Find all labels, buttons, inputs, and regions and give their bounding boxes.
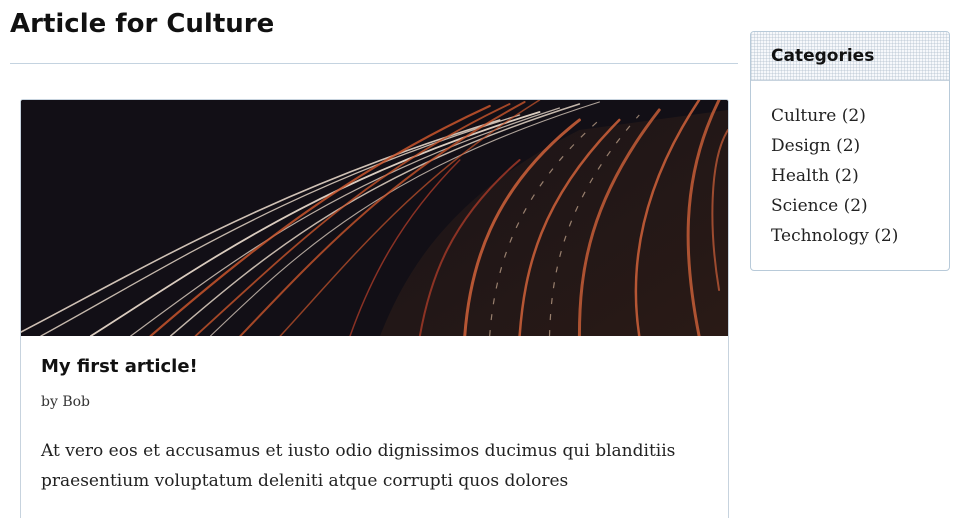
article-title[interactable]: My first article!: [41, 336, 708, 379]
category-item-science[interactable]: Science (2): [771, 191, 949, 221]
category-item-technology[interactable]: Technology (2): [771, 221, 949, 251]
category-item-health[interactable]: Health (2): [771, 161, 949, 191]
article-byline: by Bob: [41, 394, 90, 410]
title-divider: [10, 63, 738, 64]
page-title: Article for Culture: [10, 9, 275, 39]
categories-list: Culture (2) Design (2) Health (2) Scienc…: [751, 81, 949, 251]
category-item-design[interactable]: Design (2): [771, 131, 949, 161]
categories-widget: Categories Culture (2) Design (2) Health…: [750, 31, 950, 271]
article-card[interactable]: My first article! by Bob At vero eos et …: [20, 99, 729, 518]
article-body: My first article! by Bob At vero eos et …: [21, 336, 728, 496]
article-excerpt: At vero eos et accusamus et iusto odio d…: [41, 441, 676, 491]
article-image[interactable]: [21, 100, 728, 336]
category-item-culture[interactable]: Culture (2): [771, 101, 949, 131]
categories-title: Categories: [771, 46, 875, 66]
categories-header: Categories: [751, 32, 949, 81]
